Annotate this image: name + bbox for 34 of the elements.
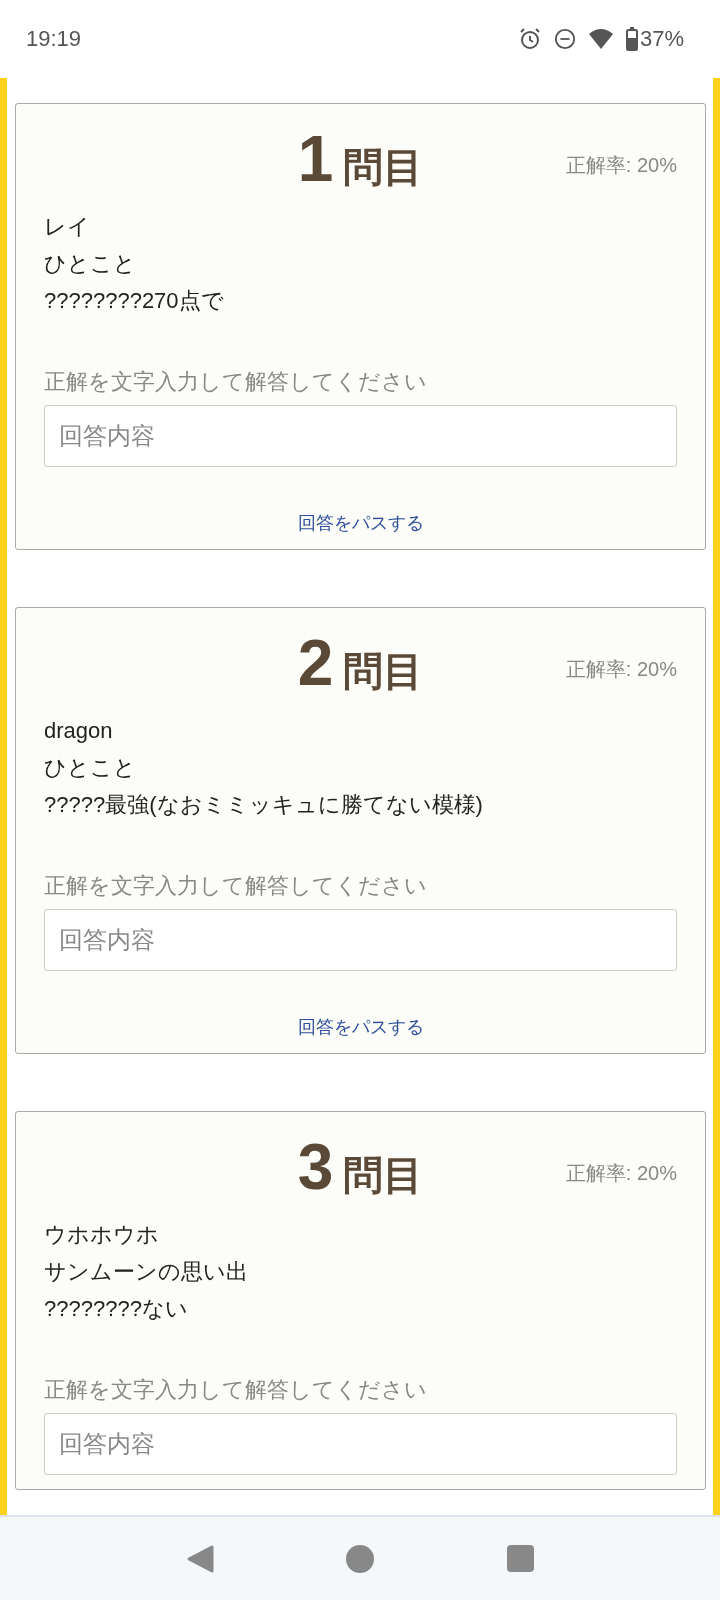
wifi-icon — [587, 28, 614, 50]
clue-line: サンムーンの思い出 — [44, 1258, 249, 1286]
answer-field[interactable]: 回答内容 — [44, 909, 677, 971]
battery-icon — [625, 27, 638, 51]
clue-line: ????????270点で — [44, 287, 225, 315]
status-time: 19:19 — [26, 26, 82, 52]
do-not-disturb-icon — [553, 28, 576, 50]
pass-link[interactable]: 回答をパスする — [297, 511, 424, 535]
home-icon[interactable] — [345, 1543, 376, 1574]
pass-link[interactable]: 回答をパスする — [297, 1015, 424, 1039]
clue-line: ひとこと — [44, 250, 137, 278]
battery-level: 37% — [639, 26, 684, 52]
question-number: 1 — [297, 122, 334, 196]
answer-field[interactable]: 回答内容 — [44, 1413, 677, 1475]
question-number: 3 — [297, 1130, 334, 1204]
back-icon[interactable] — [185, 1543, 214, 1574]
accuracy-rate: 正解率: 20% — [565, 153, 677, 178]
question-suffix: 問目 — [343, 143, 424, 192]
answer-label: 正解を文字入力して解答してください — [44, 368, 428, 396]
recents-icon[interactable] — [507, 1545, 535, 1572]
question-suffix: 問目 — [343, 647, 424, 696]
clue-line: レイ — [44, 213, 91, 241]
clue-line: ウホホウホ — [44, 1221, 160, 1249]
clue-line: ?????最強(なおミミッキュに勝てない模様) — [44, 791, 484, 819]
question-suffix: 問目 — [343, 1151, 424, 1200]
answer-label: 正解を文字入力して解答してください — [44, 872, 428, 900]
accuracy-rate: 正解率: 20% — [565, 1161, 677, 1186]
clue-line: ひとこと — [44, 754, 137, 782]
clue-line: ????????ない — [44, 1295, 189, 1323]
accuracy-rate: 正解率: 20% — [565, 657, 677, 682]
clue-line: dragon — [44, 717, 114, 745]
answer-label: 正解を文字入力して解答してください — [44, 1376, 428, 1404]
answer-field[interactable]: 回答内容 — [44, 405, 677, 467]
question-number: 2 — [297, 626, 334, 700]
